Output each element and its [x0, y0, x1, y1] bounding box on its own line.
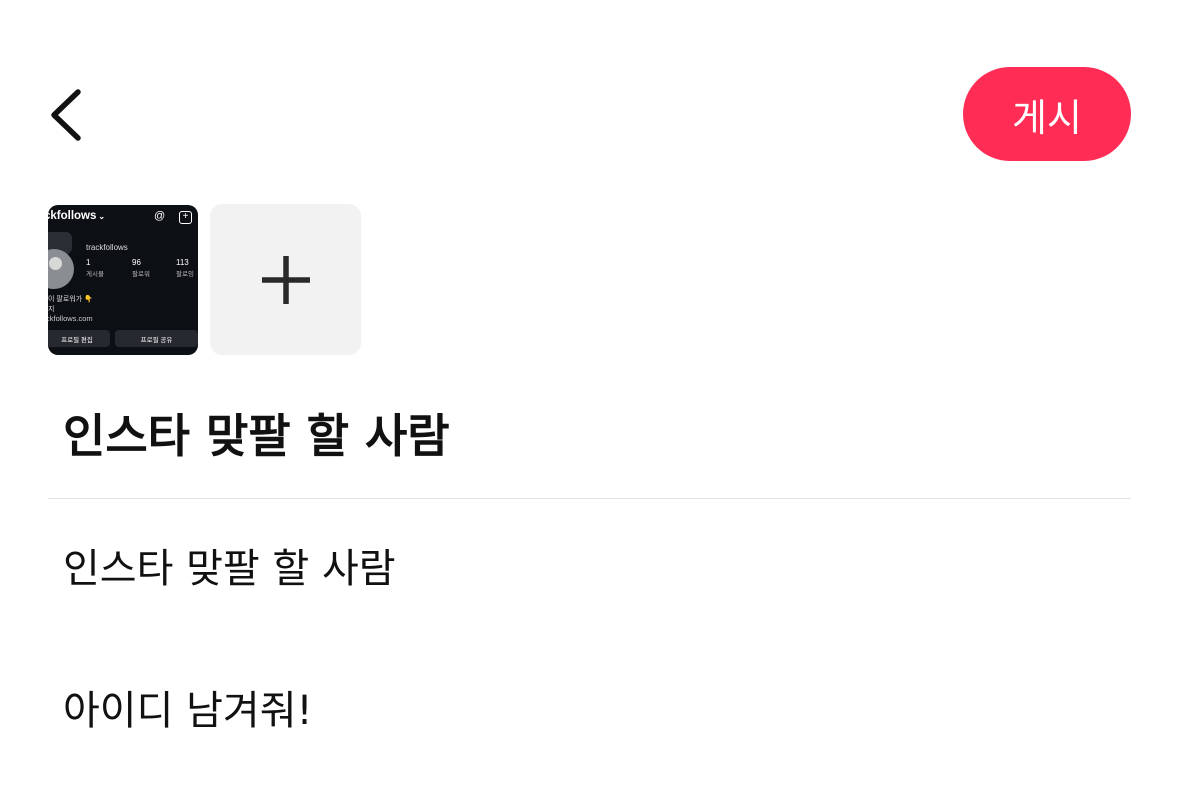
post-title-input[interactable]: 인스타 맞팔 할 사람 — [63, 400, 450, 466]
add-image-button[interactable] — [210, 204, 361, 355]
thumbnail-edit-profile-button: 프로필 편집 — [48, 330, 110, 347]
back-button[interactable] — [40, 80, 100, 150]
attached-image-thumbnail[interactable]: ckfollows ⌄ @ + trackfollows 1 게시물 96 팔로워 1… — [48, 205, 198, 355]
stat-followers: 96 팔로워 — [132, 258, 150, 278]
plus-icon — [261, 255, 310, 304]
thumbnail-username: ckfollows ⌄ — [48, 210, 106, 222]
thumbnail-bio-line2: 지 — [48, 306, 55, 313]
avatar — [48, 249, 74, 289]
thumbnail-share-profile-button: 프로필 공유 — [115, 330, 198, 347]
thumbnail-handle: trackfollows — [86, 243, 128, 252]
create-icon: + — [179, 211, 192, 224]
thumbnail-link: ckfollows.com — [48, 314, 93, 323]
body-line-1: 인스타 맞팔 할 사람 — [63, 546, 396, 592]
stat-posts: 1 게시물 — [86, 258, 104, 278]
thumbnail-bio-line1: 이 팔로워가 👇 — [48, 296, 93, 303]
post-button[interactable]: 게시 — [963, 67, 1131, 161]
body-line-2: 아이디 남겨줘! — [63, 688, 313, 734]
stat-following: 113 팔로잉 — [176, 258, 194, 278]
chevron-left-icon — [51, 89, 81, 141]
divider — [48, 498, 1131, 499]
threads-icon: @ — [154, 210, 166, 222]
